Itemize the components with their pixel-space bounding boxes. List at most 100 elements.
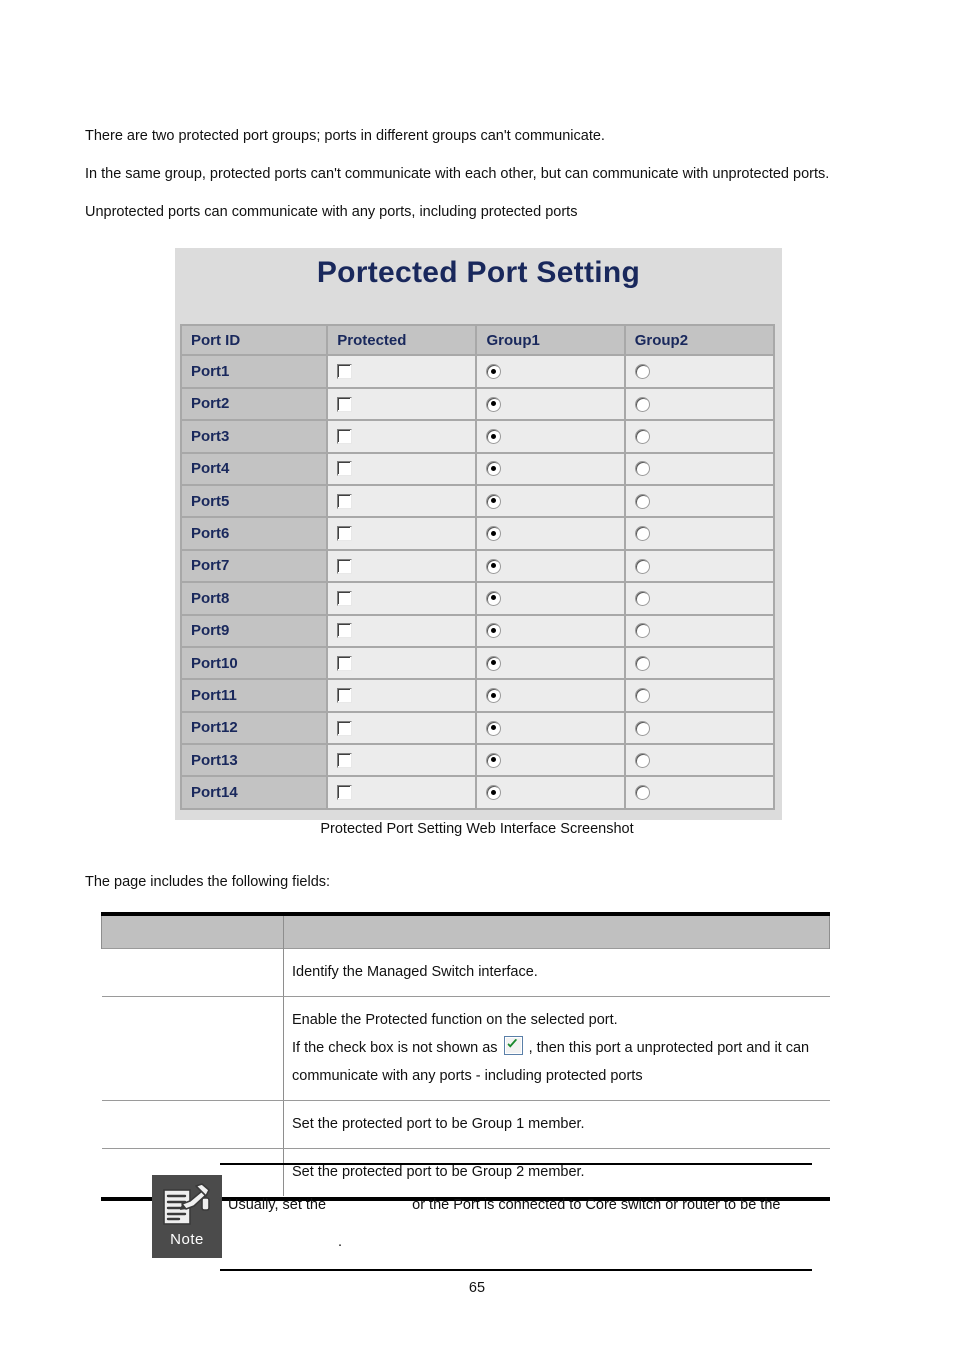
protected-checkbox[interactable] (337, 558, 353, 574)
protected-checkbox[interactable] (337, 785, 353, 801)
group2-radio-cell (625, 388, 775, 422)
table-row: Port11 (180, 680, 775, 713)
group2-radio[interactable] (634, 623, 650, 639)
group2-radio[interactable] (634, 558, 650, 574)
port-id-cell: Port11 (180, 680, 329, 713)
table-row: Port8 (180, 583, 775, 616)
group1-radio[interactable] (486, 655, 502, 671)
protected-cell (328, 388, 478, 422)
fields-row-group1: Set the protected port to be Group 1 mem… (101, 1100, 830, 1149)
fields-row-port-id: Identify the Managed Switch interface. (101, 948, 830, 997)
group1-radio-cell (477, 745, 626, 778)
protected-cell (328, 680, 478, 713)
group2-radio[interactable] (634, 688, 650, 704)
port-id-cell: Port10 (180, 647, 329, 681)
group1-radio[interactable] (486, 590, 502, 606)
protected-cell (328, 518, 478, 551)
group1-radio[interactable] (486, 623, 502, 639)
note-text-line-2: . (228, 1224, 812, 1261)
protected-checkbox[interactable] (337, 461, 353, 477)
protected-checkbox[interactable] (337, 590, 353, 606)
fields-header-row (101, 914, 830, 949)
intro-line-1: There are two protected port groups; por… (85, 128, 605, 144)
group1-radio-cell (477, 583, 626, 616)
fields-description-table: Identify the Managed Switch interface. E… (101, 912, 830, 1196)
group2-radio[interactable] (634, 364, 650, 380)
group2-radio-cell (625, 485, 775, 519)
protected-checkbox[interactable] (337, 396, 353, 412)
field-desc-text-before-icon: If the check box is not shown as (292, 1040, 498, 1056)
port-id-cell: Port3 (180, 421, 329, 454)
table-row: Port14 (180, 777, 775, 810)
protected-checkbox[interactable] (337, 688, 353, 704)
protected-checkbox[interactable] (337, 493, 353, 509)
group1-radio-cell (477, 356, 626, 389)
group2-radio-cell (625, 712, 775, 746)
port-id-cell: Port12 (180, 712, 329, 746)
column-header-group2: Group2 (625, 324, 775, 357)
group1-radio[interactable] (486, 429, 502, 445)
table-row: Port9 (180, 615, 775, 648)
group1-radio[interactable] (486, 493, 502, 509)
protected-checkbox[interactable] (337, 623, 353, 639)
group2-radio[interactable] (634, 785, 650, 801)
group1-radio[interactable] (486, 558, 502, 574)
port-table-body: Port1 Port2 Port3 Port4 Port5 Port6 Port7 Port8… (180, 356, 775, 810)
group1-radio-cell (477, 712, 626, 746)
group2-radio[interactable] (634, 590, 650, 606)
intro-line-3: Unprotected ports can communicate with a… (85, 204, 578, 220)
group2-radio-cell (625, 680, 775, 713)
protected-checkbox[interactable] (337, 752, 353, 768)
protected-checkbox[interactable] (337, 720, 353, 736)
group2-radio-cell (625, 421, 775, 454)
port-id-cell: Port2 (180, 388, 329, 422)
group1-radio[interactable] (486, 720, 502, 736)
protected-checkbox[interactable] (337, 364, 353, 380)
field-desc-text-after-icon: , then this port a unprotected port and … (528, 1040, 810, 1056)
group1-radio-cell (477, 615, 626, 648)
group1-radio[interactable] (486, 688, 502, 704)
note-top-divider (220, 1163, 812, 1165)
group1-radio[interactable] (486, 396, 502, 412)
table-row: Port13 (180, 745, 775, 778)
port-id-cell: Port8 (180, 583, 329, 616)
webui-page-title: Portected Port Setting (316, 256, 641, 289)
group1-radio[interactable] (486, 364, 502, 380)
protected-checkbox[interactable] (337, 526, 353, 542)
port-id-cell: Port9 (180, 615, 329, 648)
group1-radio[interactable] (486, 785, 502, 801)
field-name-port-id (101, 948, 284, 997)
column-header-protected: Protected (328, 324, 478, 357)
note-text-segment-b: or the Port is connected to Core switch … (412, 1197, 781, 1213)
group2-radio-cell (625, 583, 775, 616)
fields-row-protected: Enable the Protected function on the sel… (101, 996, 830, 1101)
fields-lead-text: The page includes the following fields: (85, 874, 331, 890)
group2-radio[interactable] (634, 429, 650, 445)
group1-radio[interactable] (486, 526, 502, 542)
port-id-cell: Port4 (180, 453, 329, 486)
protected-checkbox[interactable] (337, 429, 353, 445)
table-row: Port4 (180, 453, 775, 486)
group2-radio[interactable] (634, 655, 650, 671)
group1-radio[interactable] (486, 752, 502, 768)
group2-radio[interactable] (634, 526, 650, 542)
page-number: 65 (468, 1280, 486, 1296)
group2-radio[interactable] (634, 461, 650, 477)
figure-caption: Protected Port Setting Web Interface Scr… (320, 821, 634, 837)
group2-radio[interactable] (634, 720, 650, 736)
group2-radio-cell (625, 356, 775, 389)
table-row: Port6 (180, 518, 775, 551)
protected-checkbox[interactable] (337, 655, 353, 671)
note-text-line-1: Usually, set the or the Port is connecte… (228, 1187, 812, 1224)
group2-radio[interactable] (634, 396, 650, 412)
group2-radio[interactable] (634, 493, 650, 509)
field-desc-line: Enable the Protected function on the sel… (292, 1012, 618, 1028)
group2-radio-cell (625, 453, 775, 486)
protected-cell (328, 615, 478, 648)
protected-cell (328, 583, 478, 616)
group1-radio-cell (477, 550, 626, 584)
group2-radio[interactable] (634, 752, 650, 768)
group1-radio[interactable] (486, 461, 502, 477)
group2-radio-cell (625, 615, 775, 648)
protected-cell (328, 777, 478, 810)
